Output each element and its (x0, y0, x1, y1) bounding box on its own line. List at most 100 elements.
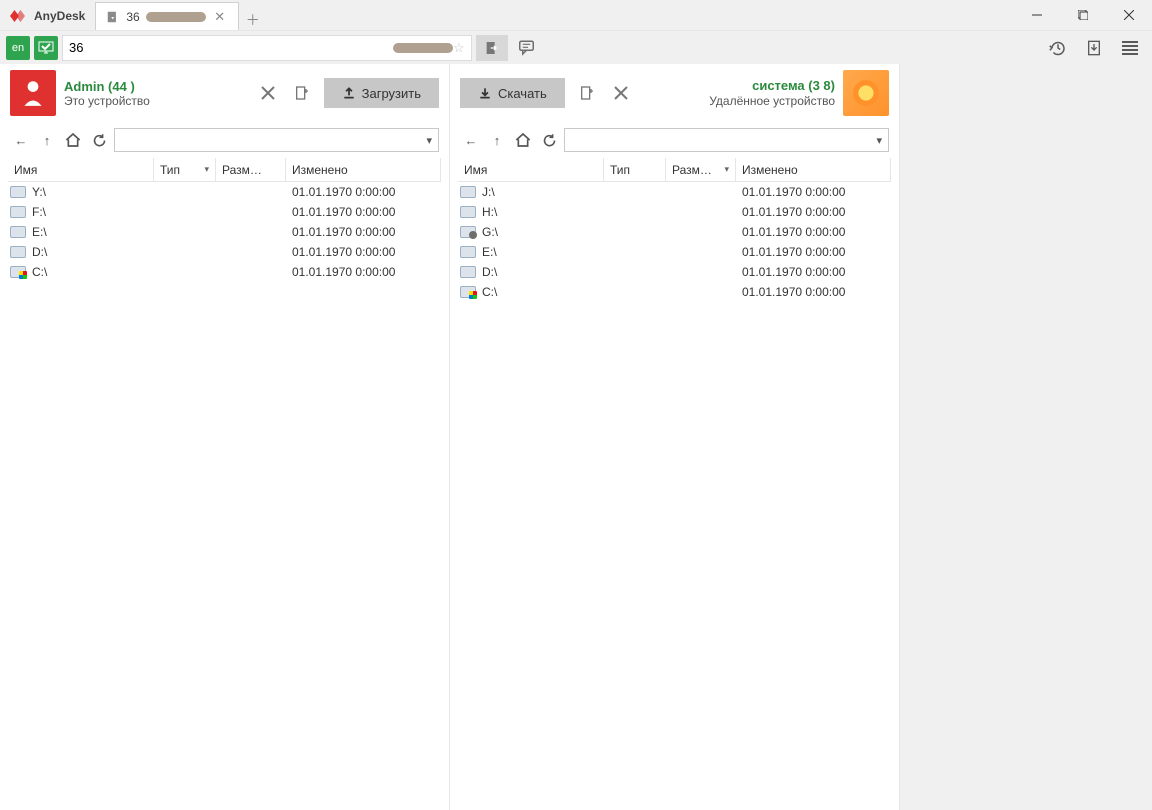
col-size[interactable]: Разм…▾ (666, 158, 736, 181)
col-type[interactable]: Тип (604, 158, 666, 181)
drive-row[interactable]: E:\ 01.01.1970 0:00:00 (8, 222, 441, 242)
drive-modified: 01.01.1970 0:00:00 (736, 225, 891, 239)
drive-name: C:\ (32, 265, 47, 279)
nav-refresh-icon[interactable] (88, 129, 110, 151)
tab-home[interactable]: AnyDesk (0, 2, 95, 30)
empty-area (900, 64, 1152, 810)
remote-header: Скачать система (3 8) Удалённое устройст… (450, 64, 899, 122)
drive-row[interactable]: H:\ 01.01.1970 0:00:00 (458, 202, 891, 222)
new-folder-button[interactable] (290, 85, 314, 101)
drive-icon (460, 266, 476, 278)
address-input[interactable] (69, 40, 389, 55)
minimize-button[interactable] (1014, 0, 1060, 30)
nav-back-icon[interactable]: ← (10, 129, 32, 151)
close-pane-button[interactable] (609, 86, 633, 100)
drive-modified: 01.01.1970 0:00:00 (286, 205, 441, 219)
drive-row[interactable]: C:\01.01.1970 0:00:00 (458, 282, 891, 302)
address-field[interactable]: ☆ (62, 35, 472, 61)
drive-row[interactable]: D:\01.01.1970 0:00:00 (8, 242, 441, 262)
remote-navrow: ← ↑ ▾ (450, 122, 899, 158)
install-button[interactable] (1078, 35, 1110, 61)
drive-modified: 01.01.1970 0:00:00 (736, 285, 891, 299)
nav-home-icon[interactable] (512, 129, 534, 151)
chevron-down-icon: ▾ (876, 134, 882, 147)
drive-modified: 01.01.1970 0:00:00 (286, 265, 441, 279)
col-type[interactable]: Тип▾ (154, 158, 216, 181)
drive-modified: 01.01.1970 0:00:00 (736, 205, 891, 219)
drive-row[interactable]: E:\01.01.1970 0:00:00 (458, 242, 891, 262)
download-button[interactable]: Скачать (460, 78, 565, 108)
col-name[interactable]: Имя (458, 158, 604, 181)
local-pane: Admin (44 ) Это устройство Загрузить ← ↑… (0, 64, 450, 810)
tabs: AnyDesk 36 ✕ ＋ (0, 0, 267, 30)
favorite-icon[interactable]: ☆ (453, 40, 465, 56)
local-avatar (10, 70, 56, 116)
nav-up-icon[interactable]: ↑ (486, 129, 508, 151)
new-tab-button[interactable]: ＋ (239, 10, 267, 30)
local-columns: Имя Тип▾ Разм… Изменено (8, 158, 441, 182)
history-button[interactable] (1042, 35, 1074, 61)
local-path-combo[interactable]: ▾ (114, 128, 439, 152)
drive-icon (460, 206, 476, 218)
drive-icon (10, 226, 26, 238)
local-header: Admin (44 ) Это устройство Загрузить (0, 64, 449, 122)
col-mod[interactable]: Изменено (286, 158, 441, 181)
col-size[interactable]: Разм… (216, 158, 286, 181)
local-navrow: ← ↑ ▾ (0, 122, 449, 158)
nav-home-icon[interactable] (62, 129, 84, 151)
file-transfer-icon (106, 10, 120, 24)
drive-name: D:\ (482, 265, 497, 279)
drive-modified: 01.01.1970 0:00:00 (286, 185, 441, 199)
maximize-button[interactable] (1060, 0, 1106, 30)
tab-title: 36 (126, 10, 139, 24)
monitor-status-icon[interactable] (34, 36, 58, 60)
redacted (393, 43, 453, 53)
remote-list: Имя Тип Разм…▾ Изменено J:\01.01.1970 0:… (450, 158, 899, 302)
drive-row[interactable]: J:\01.01.1970 0:00:00 (458, 182, 891, 202)
drive-row[interactable]: Y:\ 01.01.1970 0:00:00 (8, 182, 441, 202)
local-subtitle: Это устройство (64, 94, 150, 108)
drive-name: F:\ (32, 205, 46, 219)
drive-row[interactable]: G:\01.01.1970 0:00:00 (458, 222, 891, 242)
close-pane-button[interactable] (256, 86, 280, 100)
tab-close-icon[interactable]: ✕ (212, 9, 228, 25)
close-button[interactable] (1106, 0, 1152, 30)
col-name[interactable]: Имя (8, 158, 154, 181)
drive-name: H:\ (482, 205, 497, 219)
drive-icon (10, 246, 26, 258)
chevron-down-icon: ▾ (204, 164, 209, 175)
new-folder-button[interactable] (575, 85, 599, 101)
drive-row[interactable]: C:\ 01.01.1970 0:00:00 (8, 262, 441, 282)
download-label: Скачать (498, 86, 547, 101)
workspace: Admin (44 ) Это устройство Загрузить ← ↑… (0, 64, 1152, 810)
drive-modified: 01.01.1970 0:00:00 (286, 225, 441, 239)
remote-columns: Имя Тип Разм…▾ Изменено (458, 158, 891, 182)
lang-indicator[interactable]: en (6, 36, 30, 60)
drive-name: E:\ (32, 225, 47, 239)
drive-row[interactable]: F:\ 01.01.1970 0:00:00 (8, 202, 441, 222)
remote-path-combo[interactable]: ▾ (564, 128, 889, 152)
upload-label: Загрузить (362, 86, 421, 101)
remote-name: система (3 8) (752, 78, 835, 93)
menu-button[interactable] (1114, 35, 1146, 61)
drive-icon (10, 186, 26, 198)
remote-pane: Скачать система (3 8) Удалённое устройст… (450, 64, 900, 810)
upload-button[interactable]: Загрузить (324, 78, 439, 108)
nav-back-icon[interactable]: ← (460, 129, 482, 151)
remote-identity: система (3 8) Удалённое устройство (709, 78, 835, 108)
col-mod[interactable]: Изменено (736, 158, 891, 181)
drive-row[interactable]: D:\ 01.01.1970 0:00:00 (458, 262, 891, 282)
drive-name: E:\ (482, 245, 497, 259)
connect-button[interactable] (476, 35, 508, 61)
toolbar: en ☆ (0, 30, 1152, 64)
titlebar: AnyDesk 36 ✕ ＋ (0, 0, 1152, 30)
tab-session[interactable]: 36 ✕ (95, 2, 238, 30)
local-name: Admin (44 ) (64, 79, 135, 94)
drive-modified: 01.01.1970 0:00:00 (736, 265, 891, 279)
chat-button[interactable] (512, 35, 544, 61)
drive-name: Y:\ (32, 185, 46, 199)
redacted (146, 12, 206, 22)
remote-avatar (843, 70, 889, 116)
nav-refresh-icon[interactable] (538, 129, 560, 151)
nav-up-icon[interactable]: ↑ (36, 129, 58, 151)
